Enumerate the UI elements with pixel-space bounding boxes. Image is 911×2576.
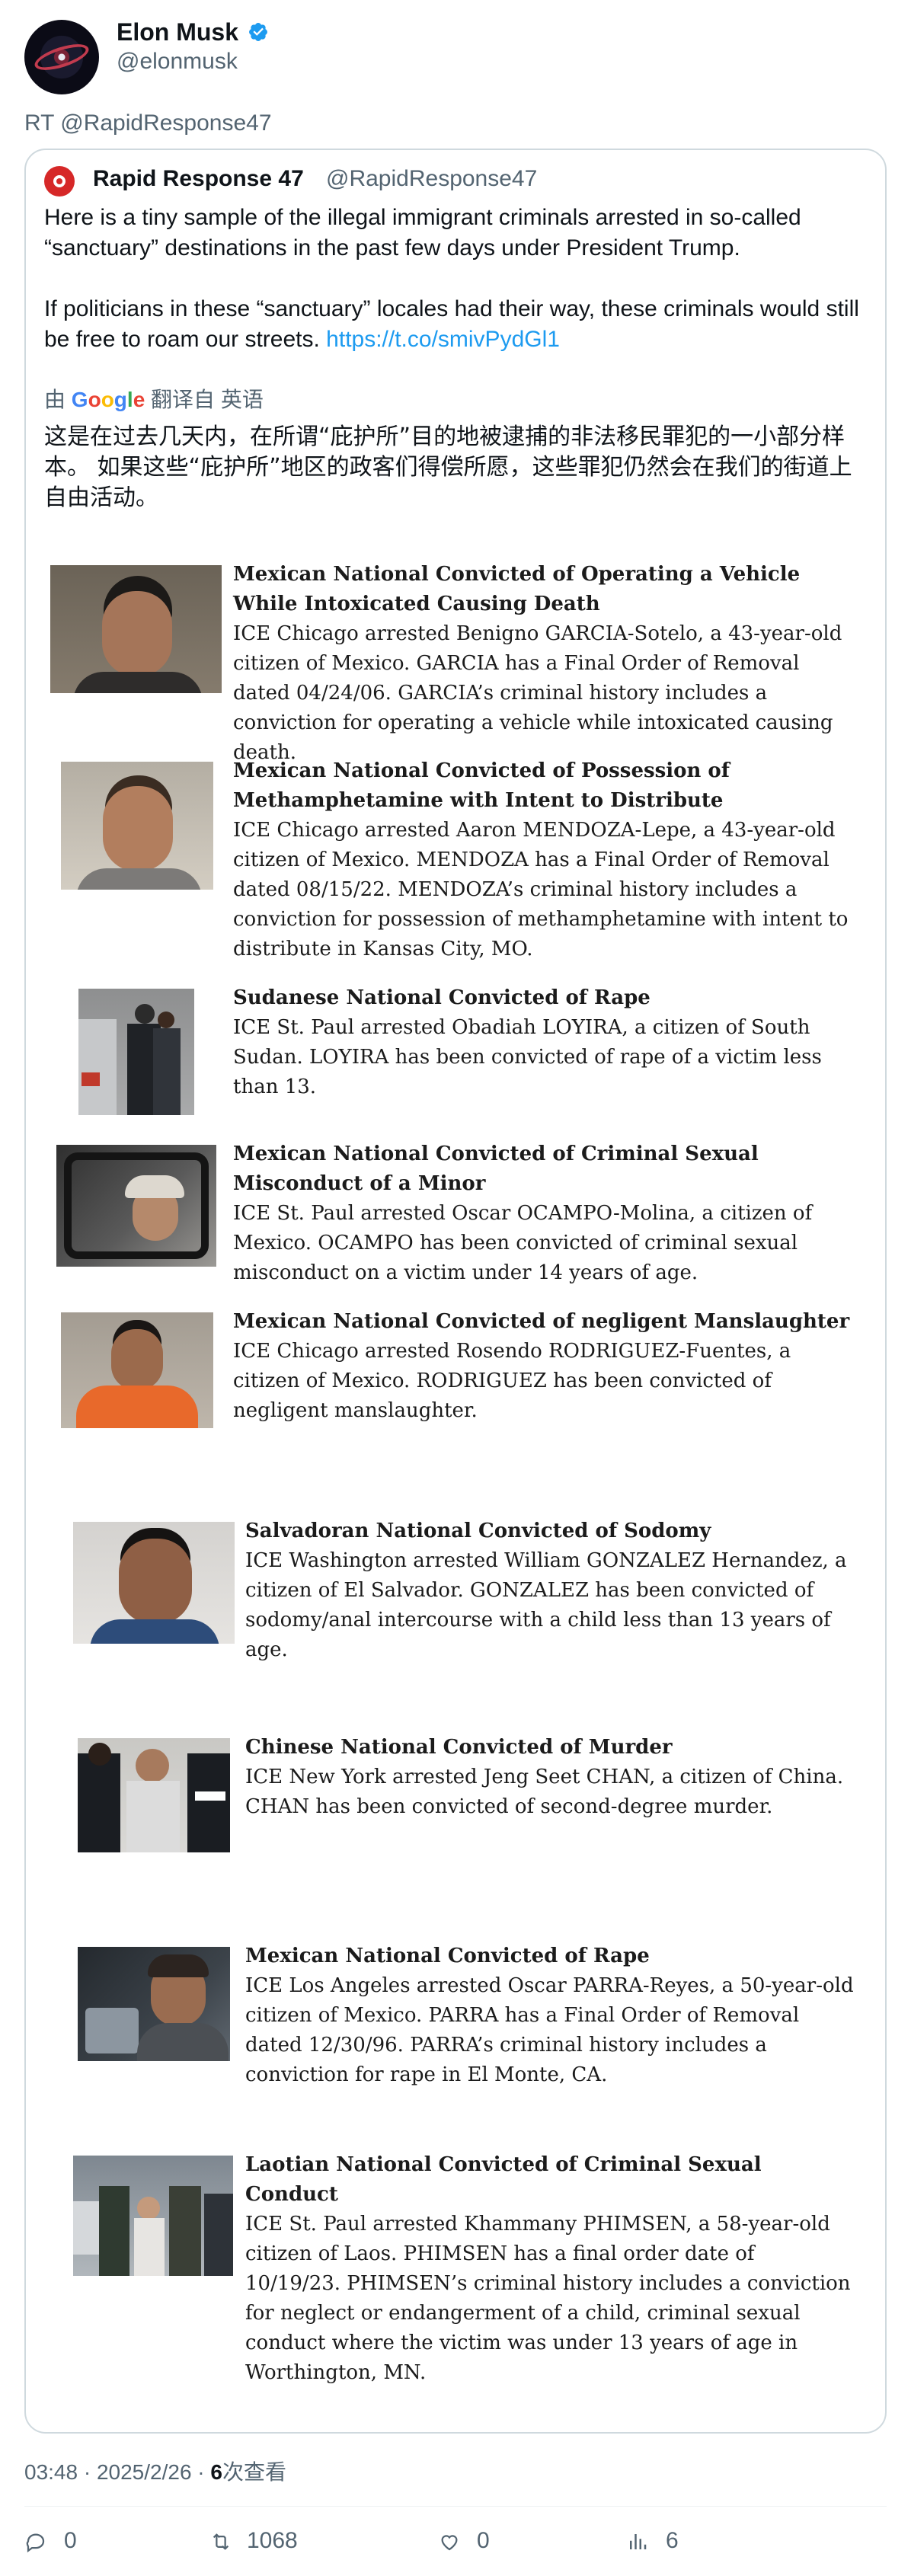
quoted-author-name[interactable]: Rapid Response 47 [93, 165, 304, 193]
entry-8: Mexican National Convicted of Rape ICE L… [245, 1942, 855, 2090]
entry-body: ICE New York arrested Jeng Seet CHAN, a … [245, 1766, 844, 1818]
views-count: 6 [210, 2460, 222, 2484]
quoted-text-paragraph-2: If politicians in these “sanctuary” loca… [44, 294, 867, 355]
views-action-count: 6 [666, 2528, 679, 2553]
entry-title: Chinese National Convicted of Murder [245, 1736, 673, 1759]
author-avatar[interactable] [24, 20, 99, 94]
entry-photo-1[interactable] [50, 565, 222, 693]
quoted-author-handle[interactable]: @RapidResponse47 [326, 165, 537, 193]
entry-photo-4[interactable] [56, 1145, 216, 1267]
entry-title: Sudanese National Convicted of Rape [233, 986, 650, 1009]
entry-1: Mexican National Convicted of Operating … [233, 560, 858, 768]
analytics-icon [630, 2534, 647, 2549]
like-count: 0 [477, 2528, 490, 2553]
retweet-icon [213, 2533, 229, 2550]
timestamp-text: 03:48 · 2025/2/26 · [24, 2460, 211, 2484]
entry-body: ICE St. Paul arrested Oscar OCAMPO-Molin… [233, 1202, 813, 1284]
reply-button[interactable]: 0 [24, 2526, 116, 2556]
entry-title: Mexican National Convicted of Criminal S… [233, 1143, 759, 1195]
entry-title: Salvadoran National Convicted of Sodomy [245, 1520, 711, 1542]
views-label: 次查看 [222, 2460, 286, 2484]
entry-photo-9[interactable] [73, 2156, 233, 2276]
translate-prefix: 由 [44, 388, 66, 411]
divider [24, 2506, 887, 2507]
entry-title: Mexican National Convicted of negligent … [233, 1310, 850, 1333]
retweet-label: RT @RapidResponse47 [24, 110, 272, 136]
entry-body: ICE Washington arrested William GONZALEZ… [245, 1549, 847, 1661]
translation-attribution[interactable]: 由 Google 翻译自 英语 [44, 385, 264, 414]
entry-4: Mexican National Convicted of Criminal S… [233, 1139, 858, 1288]
reply-count: 0 [64, 2528, 77, 2553]
tweet-link[interactable]: https://t.co/smivPydGl1 [326, 327, 560, 352]
entry-body: ICE Chicago arrested Benigno GARCIA-Sote… [233, 622, 842, 764]
verified-badge-icon [249, 23, 267, 41]
entry-3: Sudanese National Convicted of Rape ICE … [233, 983, 858, 1102]
entry-photo-5[interactable] [61, 1312, 213, 1428]
entry-7: Chinese National Convicted of Murder ICE… [245, 1733, 855, 1822]
entry-body: ICE Chicago arrested Rosendo RODRIGUEZ-F… [233, 1340, 791, 1422]
entry-title: Mexican National Convicted of Operating … [233, 563, 801, 615]
entry-title: Mexican National Convicted of Rape [245, 1945, 650, 1967]
google-logo-letter: o [101, 388, 114, 411]
entry-photo-2[interactable] [61, 762, 213, 890]
like-button[interactable]: 0 [437, 2526, 529, 2556]
heart-icon [441, 2535, 458, 2551]
entry-body: ICE St. Paul arrested Khammany PHIMSEN, … [245, 2213, 851, 2384]
reply-icon [26, 2533, 45, 2553]
entry-9: Laotian National Convicted of Criminal S… [245, 2150, 855, 2388]
quoted-avatar[interactable] [44, 166, 75, 197]
retweet-button[interactable]: 1068 [207, 2526, 344, 2556]
entry-title: Laotian National Convicted of Criminal S… [245, 2153, 762, 2206]
entry-photo-8[interactable] [78, 1947, 230, 2061]
entry-title: Mexican National Convicted of Possession… [233, 759, 730, 812]
google-logo-letter: l [126, 388, 133, 411]
entry-photo-6[interactable] [73, 1522, 235, 1644]
author-name[interactable]: Elon Musk [117, 17, 238, 47]
entry-photo-3[interactable] [78, 989, 194, 1115]
translate-suffix: 翻译自 英语 [151, 388, 264, 411]
entry-photo-7[interactable] [78, 1738, 230, 1852]
entry-body: ICE Chicago arrested Aaron MENDOZA-Lepe,… [233, 819, 849, 960]
google-logo: Google [72, 388, 145, 411]
entry-2: Mexican National Convicted of Possession… [233, 756, 858, 964]
quoted-text-paragraph-1: Here is a tiny sample of the illegal imm… [44, 205, 801, 260]
entry-body: ICE Los Angeles arrested Oscar PARRA-Rey… [245, 1974, 854, 2086]
author-handle[interactable]: @elonmusk [117, 47, 238, 76]
tweet-timestamp[interactable]: 03:48 · 2025/2/26 · 6次查看 [24, 2459, 286, 2486]
google-logo-letter: o [88, 388, 101, 411]
google-logo-letter: g [113, 388, 127, 411]
entry-5: Mexican National Convicted of negligent … [233, 1307, 858, 1426]
google-logo-letter: e [133, 388, 145, 411]
translated-text: 这是在过去几天内，在所谓“庇护所”目的地被逮捕的非法移民罪犯的一小部分样本。 如… [44, 423, 852, 511]
views-button[interactable]: 6 [626, 2526, 718, 2556]
entry-body: ICE St. Paul arrested Obadiah LOYIRA, a … [233, 1016, 822, 1098]
google-logo-letter: G [71, 388, 88, 411]
entry-6: Salvadoran National Convicted of Sodomy … [245, 1517, 855, 1665]
retweet-count: 1068 [247, 2528, 298, 2553]
